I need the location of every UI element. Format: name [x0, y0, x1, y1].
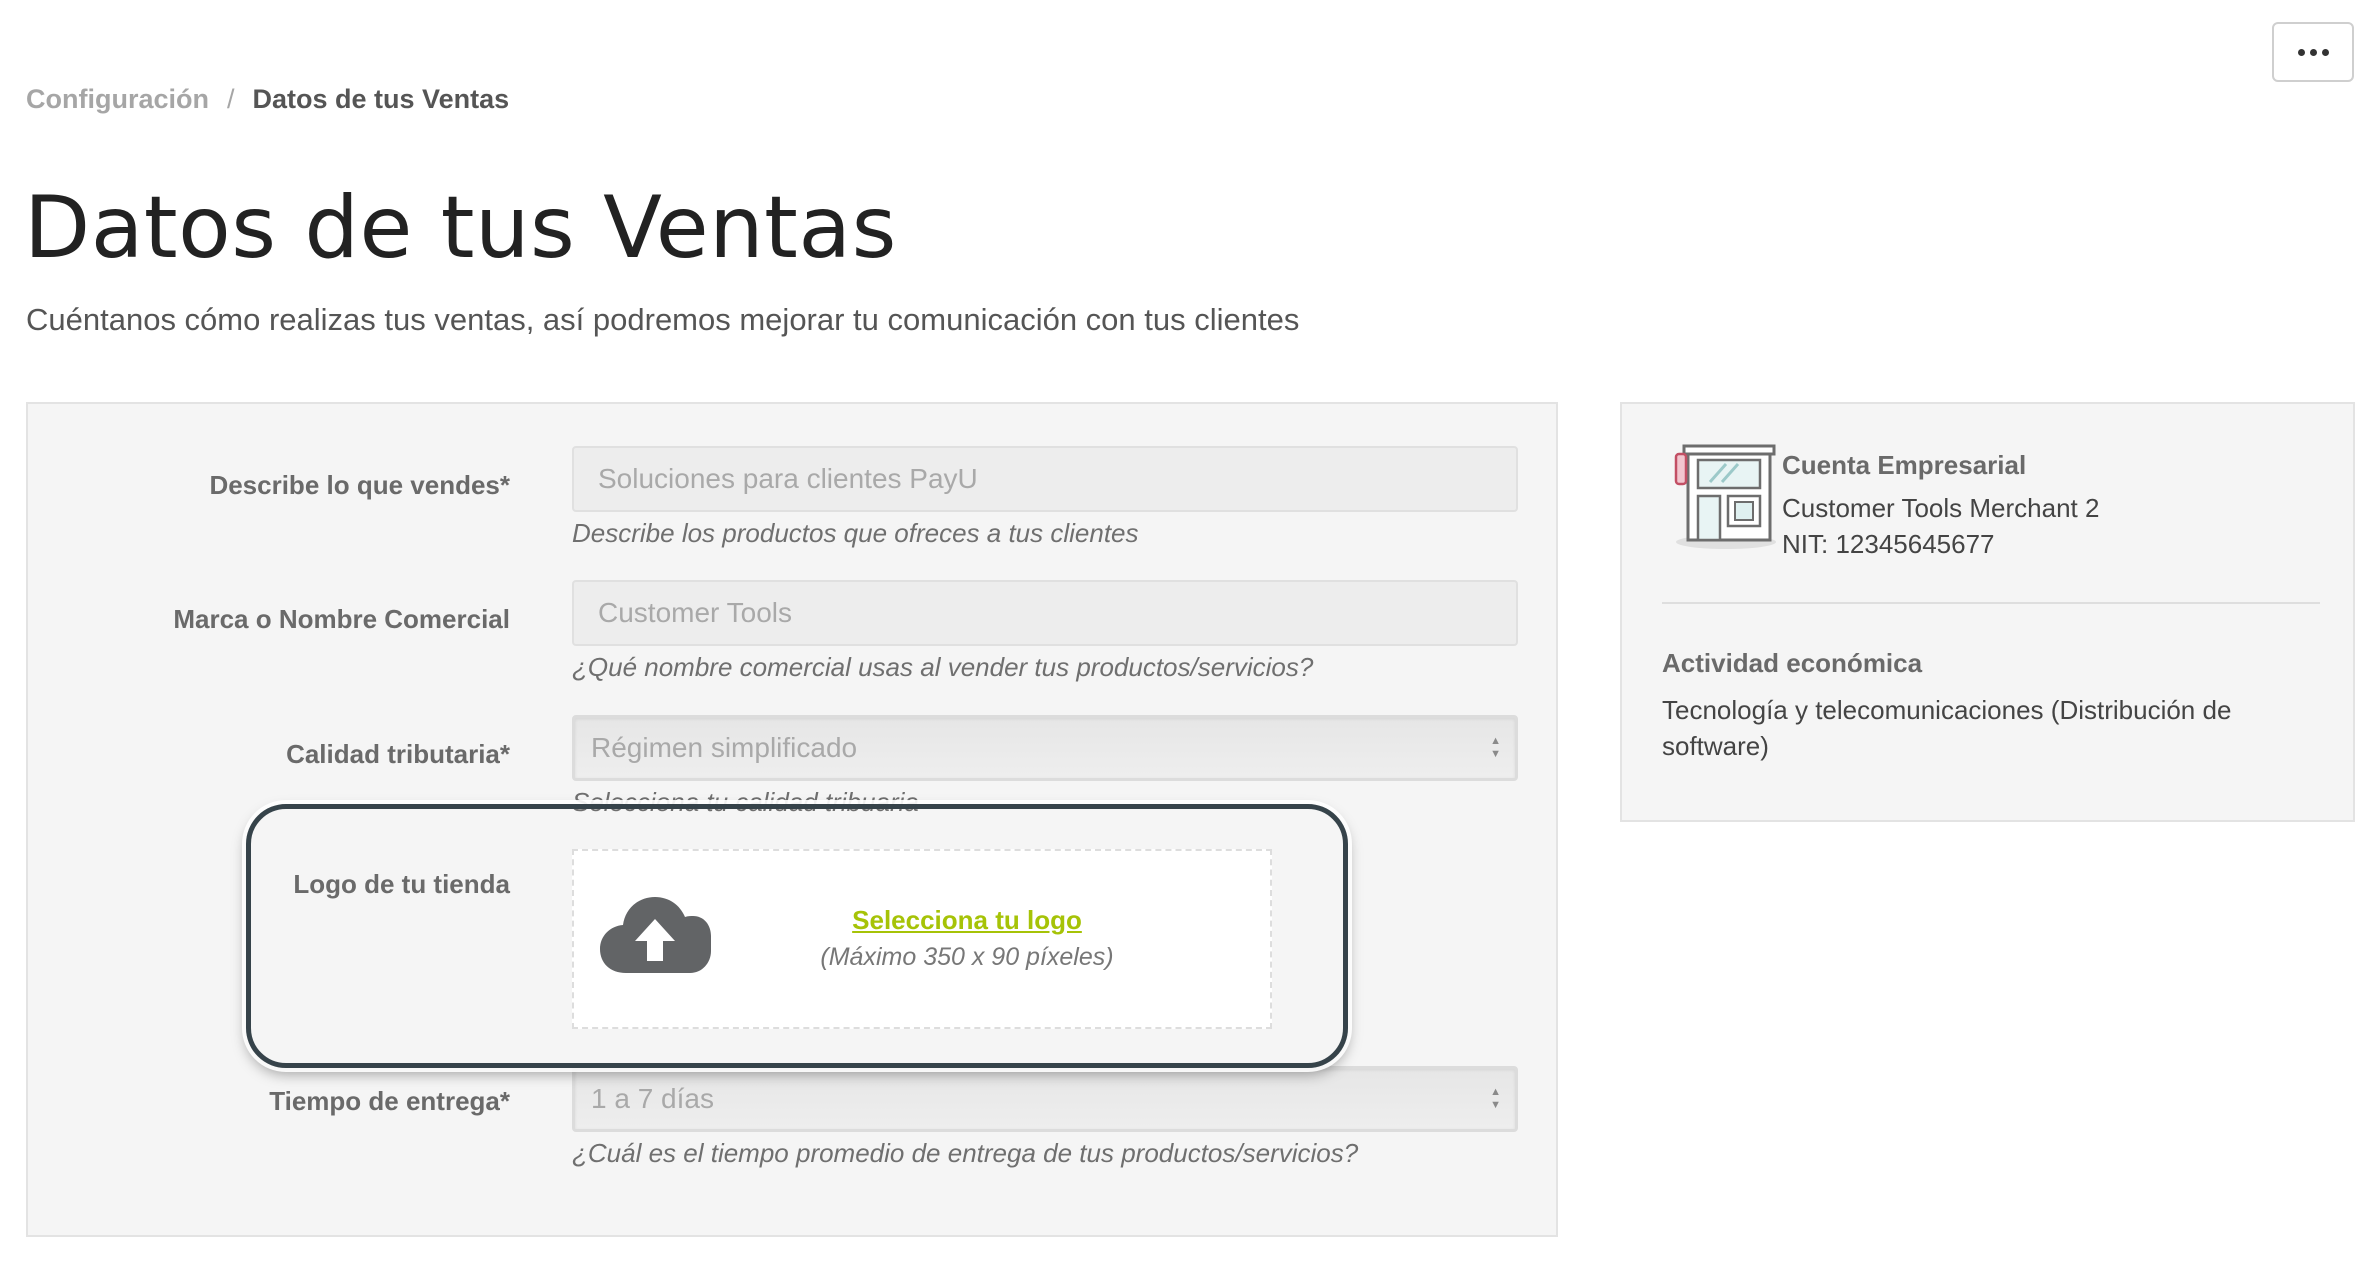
- page: Configuración / Datos de tus Ventas Dato…: [0, 0, 2378, 1278]
- storefront-icon: [1674, 444, 1776, 549]
- breadcrumb-current: Datos de tus Ventas: [252, 84, 510, 114]
- breadcrumb-configuracion-link[interactable]: Configuración: [26, 84, 209, 115]
- sales-data-form: Describe lo que vendes* Soluciones para …: [26, 402, 1558, 1237]
- describe-help: Describe los productos que ofreces a tus…: [572, 518, 1139, 548]
- delivery-select[interactable]: 1 a 7 días ▲ ▼: [572, 1066, 1518, 1132]
- tax-label: Calidad tributaria*: [286, 739, 510, 769]
- delivery-label: Tiempo de entrega*: [269, 1086, 510, 1116]
- more-options-button[interactable]: [2272, 22, 2354, 82]
- select-arrows-icon: ▲ ▼: [1490, 1086, 1501, 1111]
- logo-label: Logo de tu tienda: [293, 869, 510, 899]
- breadcrumb: Configuración / Datos de tus Ventas: [26, 84, 509, 115]
- more-dot: [2321, 48, 2329, 56]
- page-title: Datos de tus Ventas: [24, 178, 897, 278]
- merchant-name: Customer Tools Merchant 2: [1782, 493, 2100, 523]
- merchant-nit: NIT: 12345645677: [1782, 529, 1995, 559]
- describe-label: Describe lo que vendes*: [209, 470, 510, 500]
- economic-activity-title: Actividad económica: [1662, 648, 1923, 678]
- page-subtitle: Cuéntanos cómo realizas tus ventas, así …: [26, 302, 1300, 337]
- describe-input[interactable]: Soluciones para clientes PayU: [572, 446, 1518, 512]
- card-divider: [1662, 602, 2320, 604]
- brand-input[interactable]: Customer Tools: [572, 580, 1518, 646]
- account-card: Cuenta Empresarial Customer Tools Mercha…: [1620, 402, 2355, 822]
- account-type-title: Cuenta Empresarial: [1782, 450, 2027, 480]
- more-dot: [2309, 48, 2317, 56]
- brand-help: ¿Qué nombre comercial usas al vender tus…: [572, 652, 1314, 682]
- logo-upload-dropzone[interactable]: Selecciona tu logo (Máximo 350 x 90 píxe…: [572, 849, 1272, 1029]
- brand-label: Marca o Nombre Comercial: [173, 604, 510, 634]
- tax-select-value: Régimen simplificado: [591, 732, 858, 763]
- delivery-select-value: 1 a 7 días: [591, 1083, 714, 1114]
- logo-size-hint: (Máximo 350 x 90 píxeles): [820, 943, 1114, 971]
- tax-select[interactable]: Régimen simplificado ▲ ▼: [572, 715, 1518, 781]
- select-arrows-icon: ▲ ▼: [1490, 735, 1501, 760]
- select-logo-link[interactable]: Selecciona tu logo: [574, 905, 1270, 936]
- tax-help: Selecciona tu calidad tribuaria: [572, 787, 919, 817]
- breadcrumb-separator: /: [227, 84, 235, 114]
- economic-activity-value: Tecnología y telecomunicaciones (Distrib…: [1662, 695, 2232, 761]
- delivery-help: ¿Cuál es el tiempo promedio de entrega d…: [572, 1138, 1359, 1168]
- more-dot: [2297, 48, 2305, 56]
